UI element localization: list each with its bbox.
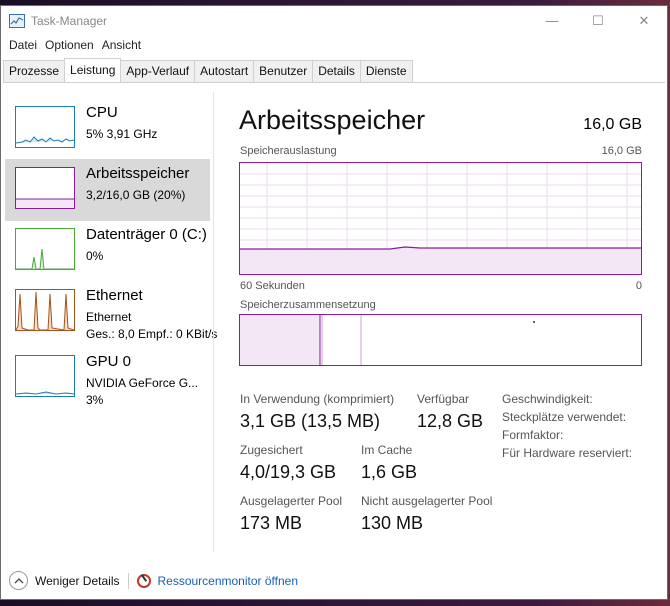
task-manager-icon [9, 14, 25, 28]
tab-leistung[interactable]: Leistung [64, 58, 122, 82]
cpu-label: CPU [86, 104, 118, 121]
memory-usage-graph [239, 162, 642, 275]
gpu-model: NVIDIA GeForce G... [86, 376, 199, 390]
in-use-label: In Verwendung (komprimiert) [240, 392, 395, 406]
graph-time-left: 60 Sekunden [240, 280, 305, 292]
sidebar-divider [213, 92, 214, 552]
tab-dienste[interactable]: Dienste [359, 60, 413, 82]
fewer-details-button[interactable]: Weniger Details [35, 574, 119, 588]
disk-mini-graph [15, 228, 75, 270]
menu-bar: Datei Optionen Ansicht [1, 36, 667, 56]
sidebar-item-ethernet[interactable]: Ethernet Ethernet Ges.: 8,0 Empf.: 0 KBi… [5, 281, 217, 343]
disk-usage: 0% [86, 249, 104, 263]
cached-value: 1,6 GB [361, 462, 418, 482]
nonpaged-pool-value: 130 MB [361, 513, 424, 533]
memory-total: 16,0 GB [583, 116, 642, 133]
task-manager-window: Task-Manager — ☐ ✕ Datei Optionen Ansich… [0, 5, 668, 600]
tab-bar: Prozesse Leistung App-Verlauf Autostart … [3, 58, 665, 83]
gpu-label: GPU 0 [86, 353, 132, 370]
tab-app-verlauf[interactable]: App-Verlauf [120, 60, 196, 82]
tab-autostart[interactable]: Autostart [194, 60, 255, 82]
menu-ansicht[interactable]: Ansicht [98, 36, 145, 56]
memory-usage: 3,2/16,0 GB (20%) [86, 188, 186, 202]
cached-label: Im Cache [361, 443, 413, 457]
menu-datei[interactable]: Datei [5, 36, 41, 56]
speed-label: Geschwindigkeit: [502, 392, 593, 406]
nonpaged-pool-label: Nicht ausgelagerter Pool [361, 494, 493, 508]
minimize-button[interactable]: — [529, 6, 575, 36]
tab-benutzer[interactable]: Benutzer [253, 60, 314, 82]
sidebar-item-disk[interactable]: Datenträger 0 (C:) 0% [5, 220, 210, 282]
sidebar-item-gpu[interactable]: GPU 0 NVIDIA GeForce G... 3% [5, 347, 210, 409]
available-value: 12,8 GB [417, 411, 484, 431]
gpu-mini-graph [15, 355, 75, 397]
paged-pool-label: Ausgelagerter Pool [240, 494, 343, 508]
usage-graph-label: Speicherauslastung [240, 145, 337, 157]
ethernet-throughput: Ges.: 8,0 Empf.: 0 KBit/s [86, 327, 218, 341]
disk-label: Datenträger 0 (C:) [86, 226, 207, 243]
memory-detail-panel: Arbeitsspeicher 16,0 GB Speicherauslastu… [239, 98, 643, 553]
tab-details[interactable]: Details [312, 60, 361, 82]
tab-prozesse[interactable]: Prozesse [3, 60, 66, 82]
cpu-mini-graph [15, 106, 75, 148]
available-label: Verfügbar [417, 392, 470, 406]
title-bar[interactable]: Task-Manager — ☐ ✕ [1, 6, 667, 36]
gpu-usage: 3% [86, 393, 104, 407]
resource-sidebar: CPU 5% 3,91 GHz Arbeitsspeicher 3,2/16,0… [5, 98, 217, 553]
committed-label: Zugesichert [240, 443, 303, 457]
window-title: Task-Manager [31, 14, 108, 28]
memory-label: Arbeitsspeicher [86, 165, 190, 182]
graph-time-right: 0 [635, 280, 642, 292]
resource-monitor-icon [137, 573, 152, 588]
cpu-usage: 5% 3,91 GHz [86, 127, 158, 141]
in-use-value: 3,1 GB (13,5 MB) [240, 411, 381, 431]
maximize-button[interactable]: ☐ [575, 6, 621, 36]
ethernet-adapter: Ethernet [86, 310, 132, 324]
slots-used-label: Steckplätze verwendet: [502, 410, 627, 424]
chevron-up-icon[interactable] [9, 571, 28, 590]
sidebar-item-cpu[interactable]: CPU 5% 3,91 GHz [5, 98, 210, 160]
usage-graph-max: 16,0 GB [601, 145, 642, 157]
memory-mini-graph [15, 167, 75, 209]
committed-value: 4,0/19,3 GB [240, 462, 337, 482]
composition-label: Speicherzusammensetzung [240, 299, 376, 311]
footer-separator [128, 572, 130, 589]
form-factor-label: Formfaktor: [502, 428, 564, 442]
sidebar-item-memory[interactable]: Arbeitsspeicher 3,2/16,0 GB (20%) [5, 159, 210, 221]
footer: Weniger Details Ressourcenmonitor öffnen [9, 571, 298, 590]
open-resource-monitor-link[interactable]: Ressourcenmonitor öffnen [157, 574, 298, 588]
ethernet-mini-graph [15, 289, 75, 331]
paged-pool-value: 173 MB [240, 513, 303, 533]
page-title: Arbeitsspeicher [239, 105, 426, 135]
ethernet-label: Ethernet [86, 287, 143, 304]
close-button[interactable]: ✕ [621, 6, 667, 36]
hardware-reserved-label: Für Hardware reserviert: [502, 446, 633, 460]
memory-composition-bar [239, 314, 642, 366]
menu-optionen[interactable]: Optionen [41, 36, 98, 56]
